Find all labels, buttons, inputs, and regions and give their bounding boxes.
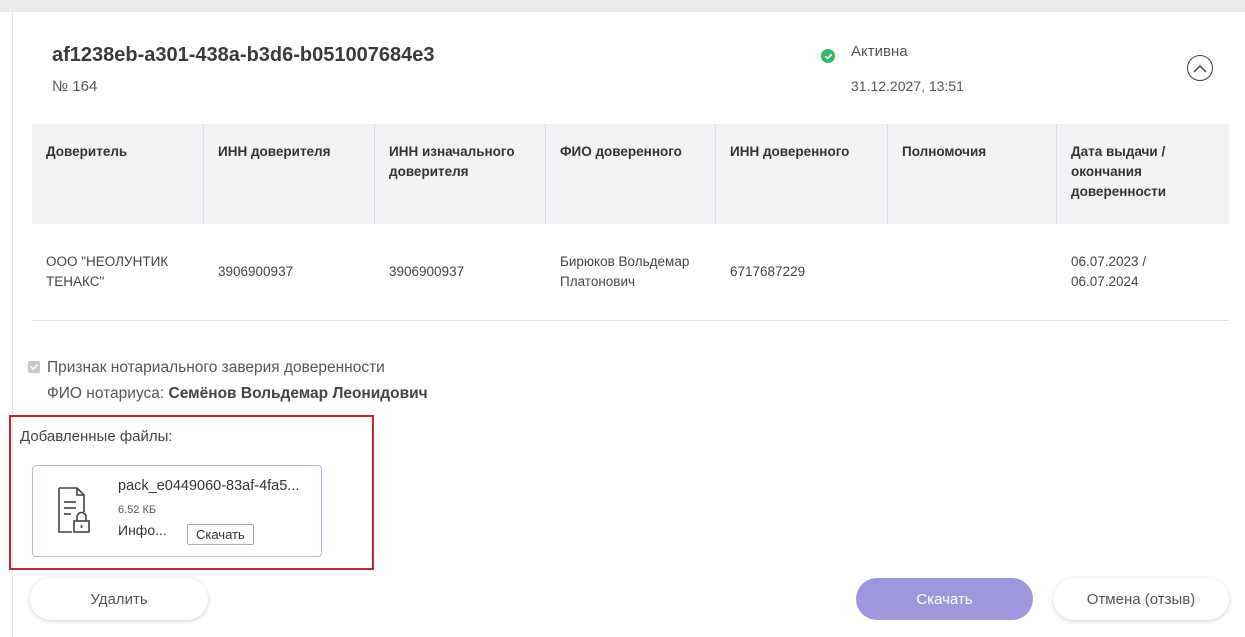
table-cell: 6717687229: [730, 264, 806, 279]
column-header: ИНН изначального доверителя: [375, 124, 546, 224]
download-button[interactable]: Скачать: [856, 578, 1033, 620]
table-cell: [888, 224, 1057, 320]
document-id: af1238eb-a301-438a-b3d6-b051007684e3: [52, 44, 435, 66]
cancel-revoke-button[interactable]: Отмена (отзыв): [1053, 578, 1229, 620]
status-label: Активна: [851, 43, 908, 60]
column-header: ФИО доверенного: [546, 124, 716, 224]
column-header: Дата выдачи / окончания доверенности: [1071, 144, 1166, 199]
table-cell: 3906900937: [389, 264, 465, 279]
table-cell: ООО "НЕОЛУНТИК ТЕНАКС": [46, 254, 169, 289]
collapse-button[interactable]: [1187, 55, 1213, 81]
file-name: pack_e0449060-83af-4fa5...: [118, 478, 300, 494]
chevron-up-icon: [1193, 64, 1207, 72]
column-header: ИНН доверенного: [716, 124, 888, 224]
document-number: № 164: [52, 78, 98, 95]
file-size: 6.52 КБ: [118, 504, 157, 516]
file-card[interactable]: pack_e0449060-83af-4fa5... 6.52 КБ Инфо.…: [32, 465, 322, 557]
table-header: Доверитель ИНН доверителя ИНН изначально…: [32, 124, 1229, 224]
notary-flag-label: Признак нотариального заверия довереннос…: [47, 359, 385, 376]
top-shade: [0, 0, 1245, 12]
table-row: ООО "НЕОЛУНТИК ТЕНАКС" 3906900937 390690…: [32, 224, 1229, 321]
locked-document-icon: [58, 487, 90, 533]
delete-button[interactable]: Удалить: [30, 578, 208, 620]
column-header: Полномочия: [888, 124, 1057, 224]
notary-name-label: ФИО нотариуса:: [47, 385, 165, 402]
table-cell: 3906900937: [218, 264, 294, 279]
table-cell: 06.07.2023 / 06.07.2024: [1071, 254, 1147, 289]
status-check-icon: [821, 49, 835, 63]
notary-section: Признак нотариального заверия довереннос…: [28, 355, 428, 407]
notary-name-value: Семёнов Вольдемар Леонидович: [168, 385, 428, 402]
status-date: 31.12.2027, 13:51: [851, 78, 964, 94]
attorney-table: Доверитель ИНН доверителя ИНН изначально…: [32, 124, 1229, 321]
file-download-button[interactable]: Скачать: [187, 524, 254, 545]
notary-checkbox[interactable]: [28, 361, 40, 373]
column-header: Доверитель: [32, 124, 204, 224]
file-info: Инфо...: [118, 522, 167, 538]
files-title: Добавленные файлы:: [20, 428, 173, 445]
table-cell: Бирюков Вольдемар Платонович: [560, 254, 690, 289]
column-header: ИНН доверителя: [204, 124, 375, 224]
